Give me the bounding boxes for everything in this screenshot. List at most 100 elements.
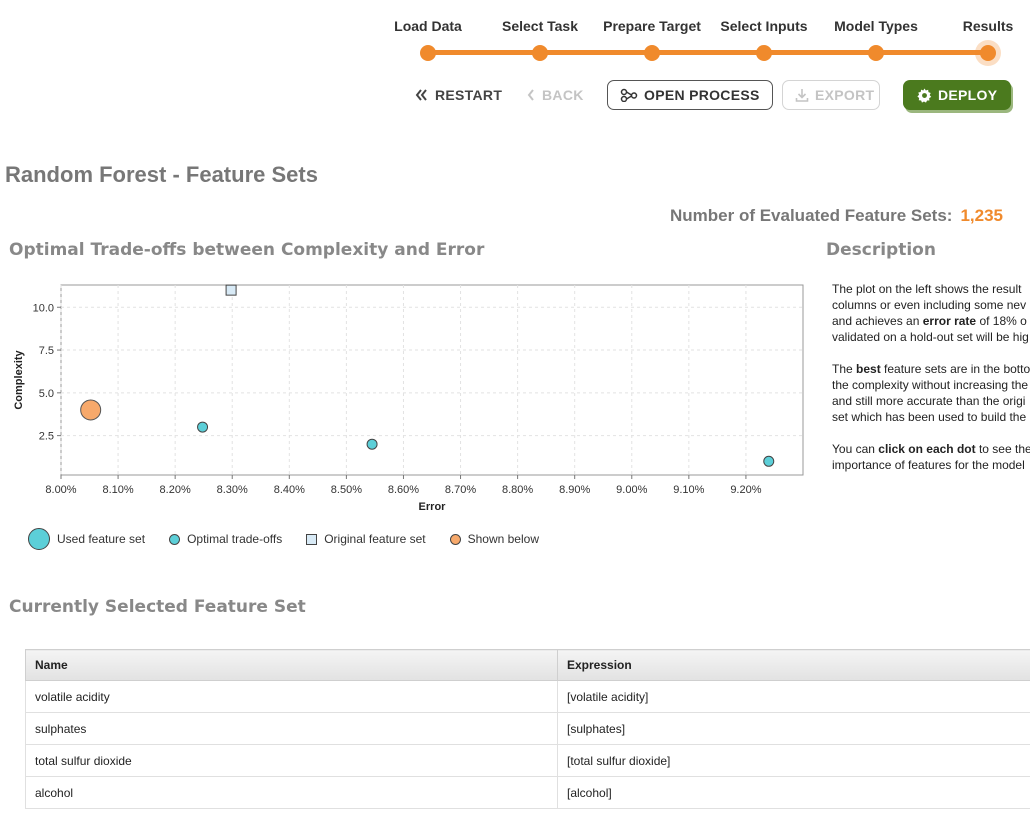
- feature-name-cell: volatile acidity: [25, 680, 558, 713]
- x-axis-label: Error: [419, 501, 447, 513]
- feature-set-table: Name Expression volatile acidity [volati…: [25, 649, 1030, 809]
- chart-section-title: Optimal Trade-offs between Complexity an…: [9, 240, 485, 260]
- legend-item-used: Used feature set: [28, 528, 145, 550]
- chevron-left-icon: [526, 88, 536, 102]
- step-label: Model Types: [834, 18, 918, 34]
- export-label: EXPORT: [815, 87, 875, 103]
- step-label: Select Task: [501, 18, 578, 34]
- column-header-name[interactable]: Name: [25, 649, 558, 681]
- description-line: and still more accurate than the origi: [832, 394, 1026, 408]
- chart-legend: Used feature set Optimal trade-offs Orig…: [28, 527, 563, 551]
- legend-item-original: Original feature set: [306, 532, 426, 546]
- step-dot[interactable]: [532, 45, 548, 61]
- download-icon: [795, 88, 809, 102]
- step-dot[interactable]: [756, 45, 772, 61]
- feature-expression-cell: [sulphates]: [557, 712, 1030, 745]
- legend-marker-optimal: [169, 533, 181, 545]
- wizard-stepper: Load Data Select Task Prepare Target Sel…: [380, 0, 1030, 70]
- description-line: the complexity without increasing the: [832, 378, 1029, 392]
- step-label: Select Inputs: [720, 18, 808, 34]
- evaluated-count-value: 1,235: [960, 206, 1003, 225]
- data-point-optimal[interactable]: [763, 455, 775, 467]
- feature-expression-cell: [total sulfur dioxide]: [557, 744, 1030, 777]
- step-label: Results: [962, 18, 1014, 34]
- back-button[interactable]: BACK: [526, 80, 584, 110]
- page-title: Random Forest - Feature Sets: [5, 162, 318, 187]
- y-axis-label: Complexity: [13, 349, 25, 409]
- step-dot[interactable]: [420, 45, 436, 61]
- x-tick-label: 8.80%: [502, 484, 533, 496]
- description-title: Description: [826, 240, 936, 260]
- action-bar: RESTART BACK OPEN PROCESS EXPORT DEPLOY: [0, 80, 1030, 112]
- step-label: Prepare Target: [603, 18, 701, 34]
- open-process-button[interactable]: OPEN PROCESS: [607, 80, 773, 110]
- process-icon: [620, 88, 638, 102]
- description-emphasis: best: [856, 362, 881, 376]
- table-row[interactable]: alcohol [alcohol]: [25, 776, 1030, 809]
- x-tick-label: 8.50%: [331, 484, 362, 496]
- x-tick-label: 9.00%: [616, 484, 647, 496]
- description-paragraph-3: You can click on each dot to see the imp…: [832, 441, 1030, 473]
- legend-label: Original feature set: [324, 532, 426, 546]
- description-line: set which has been used to build the: [832, 410, 1027, 424]
- legend-marker-shown: [449, 533, 461, 545]
- legend-item-shown: Shown below: [449, 532, 539, 546]
- table-row[interactable]: total sulfur dioxide [total sulfur dioxi…: [25, 744, 1030, 777]
- step-prepare-target[interactable]: Prepare Target: [592, 0, 712, 61]
- gear-icon: [917, 87, 932, 103]
- feature-expression-cell: [alcohol]: [557, 776, 1030, 809]
- x-tick-label: 8.00%: [45, 484, 76, 496]
- description-line: The plot on the left shows the result: [832, 282, 1022, 296]
- step-results[interactable]: Results: [928, 0, 1030, 61]
- selected-section-title: Currently Selected Feature Set: [9, 597, 306, 617]
- double-chevron-left-icon: [415, 88, 429, 102]
- deploy-label: DEPLOY: [938, 87, 998, 103]
- x-tick-label: 8.60%: [388, 484, 419, 496]
- step-load-data[interactable]: Load Data: [368, 0, 488, 61]
- description-panel: The plot on the left shows the result co…: [832, 281, 1030, 489]
- table-row[interactable]: volatile acidity [volatile acidity]: [25, 680, 1030, 713]
- table-header-row: Name Expression: [25, 649, 1030, 681]
- export-button[interactable]: EXPORT: [782, 80, 880, 110]
- legend-label: Shown below: [467, 532, 539, 546]
- tradeoff-scatter-chart: 8.00% 8.10% 8.20% 8.30% 8.40% 8.50% 8.60% 8.70%…: [8, 276, 808, 516]
- data-point-optimal[interactable]: [197, 421, 209, 433]
- description-line: You can click on each dot to see the: [832, 442, 1030, 456]
- evaluated-count-label: Number of Evaluated Feature Sets:: [669, 206, 953, 225]
- y-tick-label: 5.0: [39, 388, 54, 400]
- step-dot[interactable]: [644, 45, 660, 61]
- y-tick-label: 2.5: [39, 431, 54, 443]
- x-tick-label: 9.10%: [673, 484, 704, 496]
- y-tick-label: 10.0: [33, 302, 54, 314]
- step-dot[interactable]: [868, 45, 884, 61]
- x-tick-label: 8.30%: [217, 484, 248, 496]
- table-row[interactable]: sulphates [sulphates]: [25, 712, 1030, 745]
- column-header-expression[interactable]: Expression: [557, 649, 1030, 681]
- data-point-original[interactable]: [225, 284, 237, 296]
- restart-button[interactable]: RESTART: [415, 80, 502, 110]
- data-point-shown[interactable]: [80, 399, 102, 421]
- step-label: Load Data: [394, 18, 462, 34]
- deploy-button[interactable]: DEPLOY: [903, 80, 1012, 110]
- legend-item-optimal: Optimal trade-offs: [169, 532, 282, 546]
- step-select-task[interactable]: Select Task: [480, 0, 600, 61]
- feature-name-cell: alcohol: [25, 776, 558, 809]
- legend-label: Optimal trade-offs: [187, 532, 283, 546]
- description-line: and achieves an error rate of 18% o: [832, 314, 1027, 328]
- legend-marker-used: [28, 528, 50, 550]
- stepper-progress-line: [427, 50, 989, 55]
- feature-expression-cell: [volatile acidity]: [557, 680, 1030, 713]
- x-tick-label: 8.90%: [559, 484, 590, 496]
- description-line: validated on a hold-out set will be hig: [832, 330, 1029, 344]
- open-process-label: OPEN PROCESS: [644, 87, 760, 103]
- description-emphasis: error rate: [922, 314, 977, 328]
- y-tick-label: 7.5: [39, 345, 54, 357]
- description-line: columns or even including some nev: [832, 298, 1027, 312]
- chart-svg: 8.00% 8.10% 8.20% 8.30% 8.40% 8.50% 8.60% 8.70%…: [13, 284, 804, 513]
- step-select-inputs[interactable]: Select Inputs: [704, 0, 824, 61]
- evaluated-count: Number of Evaluated Feature Sets: 1,235: [670, 206, 1003, 226]
- data-point-optimal[interactable]: [366, 438, 378, 450]
- step-model-types[interactable]: Model Types: [816, 0, 936, 61]
- step-dot-active[interactable]: [980, 45, 996, 61]
- description-line: importance of features for the model: [832, 458, 1025, 472]
